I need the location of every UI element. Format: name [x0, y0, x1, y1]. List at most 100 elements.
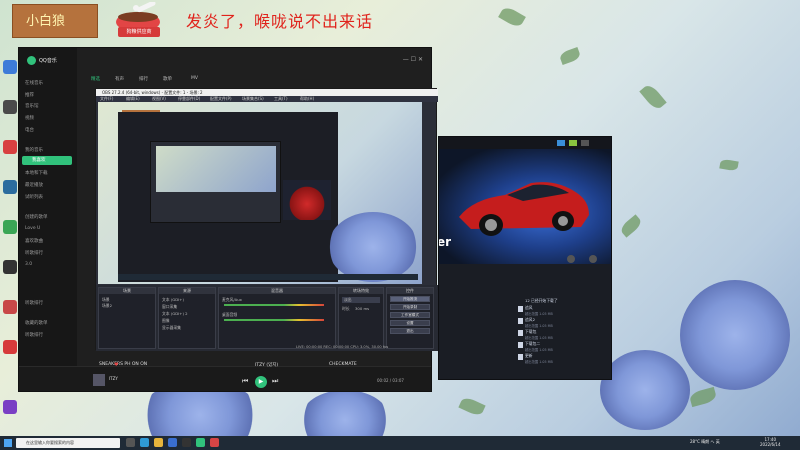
- wallpaper-leaf: [458, 395, 486, 418]
- play-button[interactable]: ▶: [255, 376, 267, 388]
- list-item[interactable]: 下载包 超出范围 1.05 MB: [518, 329, 609, 340]
- sidebar-item-recent[interactable]: 最近播放: [25, 182, 43, 188]
- car-app-window[interactable]: er 12 已经开始下载了 追风 超出范围 1.05 MB 追风2 超出范围 1.0…: [438, 136, 612, 380]
- source-item[interactable]: 图像: [162, 318, 170, 324]
- desktop-app-icon[interactable]: [3, 300, 17, 314]
- now-playing-artist: ITZY (있지): [255, 363, 279, 368]
- mode-button-icon[interactable]: [569, 140, 577, 146]
- desktop-app-icon[interactable]: [3, 100, 17, 114]
- exit-button[interactable]: 退出: [390, 328, 430, 334]
- sidebar-playlist-item[interactable]: 听歌排行: [25, 300, 43, 306]
- mixer-track-label: 桌面音频: [222, 312, 238, 317]
- duration-label: 时长: [342, 306, 350, 311]
- file-icon: [518, 342, 523, 348]
- sidebar-item-local[interactable]: 本地和下载: [25, 170, 48, 176]
- preview-hydrangea: [328, 212, 418, 282]
- sidebar-playlist-item[interactable]: 3.0: [25, 262, 32, 267]
- sidebar-playlist-item[interactable]: Love U: [25, 226, 40, 231]
- wallpaper-leaf: [639, 82, 667, 112]
- sidebar-section-online: 在线音乐: [25, 81, 43, 86]
- now-playing-album: CHECKMATE: [329, 362, 357, 367]
- qq-window-controls[interactable]: — ☐ ✕: [403, 56, 423, 63]
- preview-taskbar: [118, 274, 418, 280]
- windows-start-icon[interactable]: [4, 439, 12, 447]
- tab-featured[interactable]: 精选: [91, 76, 100, 82]
- car-info-icon[interactable]: [589, 255, 597, 263]
- car-app-window-buttons[interactable]: [557, 140, 607, 146]
- sidebar-item-music-hall[interactable]: 音乐馆: [25, 103, 39, 109]
- wallpaper-hydrangea: [680, 280, 790, 390]
- scene-item[interactable]: 场景2: [102, 303, 112, 309]
- desktop-app-icon[interactable]: [3, 180, 17, 194]
- file-icon: [518, 330, 523, 336]
- transition-select[interactable]: 淡出: [342, 297, 380, 303]
- app-icon[interactable]: [210, 438, 219, 447]
- desktop-app-icon[interactable]: [3, 400, 17, 414]
- obs-app-icon[interactable]: [182, 438, 191, 447]
- settings-button[interactable]: 设置: [390, 320, 430, 326]
- sidebar-section-my: 我的音乐: [25, 148, 43, 153]
- desktop-app-icon[interactable]: [3, 140, 17, 154]
- scenes-panel: 场景 场景 场景2: [98, 287, 156, 349]
- start-streaming-button[interactable]: 开始推流: [390, 296, 430, 302]
- task-view-icon[interactable]: [126, 438, 135, 447]
- overlay-message: 发炎了，喉咙说不出来话: [186, 12, 374, 31]
- wallpaper-leaf: [618, 214, 644, 238]
- track-name: ITZY: [109, 376, 118, 381]
- sidebar-item-recommend[interactable]: 推荐: [25, 92, 34, 98]
- tab-playlists[interactable]: 歌单: [163, 76, 172, 82]
- source-item[interactable]: 窗口采集: [162, 304, 177, 310]
- sidebar-item-radio[interactable]: 电台: [25, 127, 34, 133]
- taskbar-search-input[interactable]: 在这里输入你要搜索的内容: [16, 438, 120, 448]
- obs-preview[interactable]: 发炎了，喉咙说不出来话: [98, 102, 422, 284]
- sidebar-item-liked[interactable]: 我喜欢: [22, 156, 72, 165]
- duration-value[interactable]: 300 ms: [355, 306, 369, 311]
- album-art[interactable]: [93, 374, 105, 386]
- list-item[interactable]: 更新 超出范围 1.05 MB: [518, 353, 609, 364]
- wallpaper-hydrangea: [600, 350, 690, 430]
- car-render-view: er: [439, 149, 611, 264]
- next-button[interactable]: ⏭: [272, 377, 278, 386]
- file-explorer-icon[interactable]: [154, 438, 163, 447]
- desktop-app-icon[interactable]: [3, 260, 17, 274]
- sidebar-playlist-item[interactable]: 听歌排行: [25, 332, 43, 338]
- taskbar-clock[interactable]: 17:40 2022/6/14: [760, 437, 781, 447]
- source-item[interactable]: 显示器采集: [162, 325, 181, 331]
- start-recording-button[interactable]: 开始录制: [390, 304, 430, 310]
- store-icon[interactable]: [168, 438, 177, 447]
- mixer-panel: 混音器 麦克风/Aux 桌面音频: [218, 287, 336, 349]
- list-item[interactable]: 追风2 超出范围 1.05 MB: [518, 317, 609, 328]
- sidebar-playlist-item[interactable]: 听歌排行: [25, 250, 43, 256]
- qq-sidebar: [19, 48, 77, 391]
- sidebar-item-video[interactable]: 视频: [25, 115, 34, 121]
- edge-browser-icon[interactable]: [140, 438, 149, 447]
- nested-obs-preview: [156, 146, 276, 192]
- sidebar-item-trial[interactable]: 试听列表: [25, 194, 43, 200]
- mode-button-icon[interactable]: [581, 140, 589, 146]
- car-settings-icon[interactable]: [567, 255, 575, 263]
- sources-panel: 来源 文本 (GDI+) 窗口采集 文本 (GDI+) 2 图像 显示器采集: [158, 287, 216, 349]
- obs-title-bar: OBS 27.2.4 (64-bit, windows) - 配置文件: 1 -…: [96, 89, 438, 96]
- tab-charts[interactable]: 排行: [139, 76, 148, 82]
- source-item[interactable]: 文本 (GDI+) 2: [162, 311, 188, 317]
- desktop-app-icon[interactable]: [3, 220, 17, 234]
- list-item[interactable]: 追风 超出范围 1.05 MB: [518, 305, 609, 316]
- studio-mode-button[interactable]: 工作室模式: [390, 312, 430, 318]
- mode-button-icon[interactable]: [557, 140, 565, 146]
- list-item[interactable]: 下载包二 超出范围 1.05 MB: [518, 341, 609, 352]
- wallpaper-leaf: [498, 4, 526, 30]
- obs-window[interactable]: OBS 27.2.4 (64-bit, windows) - 配置文件: 1 -…: [95, 88, 438, 351]
- qq-music-app-icon[interactable]: [196, 438, 205, 447]
- sidebar-playlist-item[interactable]: 喜欢歌曲: [25, 238, 43, 244]
- like-button[interactable]: ♥: [114, 362, 118, 368]
- file-icon: [518, 318, 523, 324]
- source-item[interactable]: 文本 (GDI+): [162, 297, 184, 303]
- desktop-app-icon[interactable]: [3, 60, 17, 74]
- file-icon: [518, 354, 523, 360]
- tab-audio[interactable]: 有声: [115, 76, 124, 82]
- prev-button[interactable]: ⏮: [242, 377, 248, 386]
- tab-mv[interactable]: MV: [191, 76, 198, 81]
- qq-music-title: QQ音乐: [39, 58, 57, 64]
- desktop-app-icon[interactable]: [3, 340, 17, 354]
- system-tray[interactable]: 28°C 晴朗 へ 英: [690, 439, 720, 445]
